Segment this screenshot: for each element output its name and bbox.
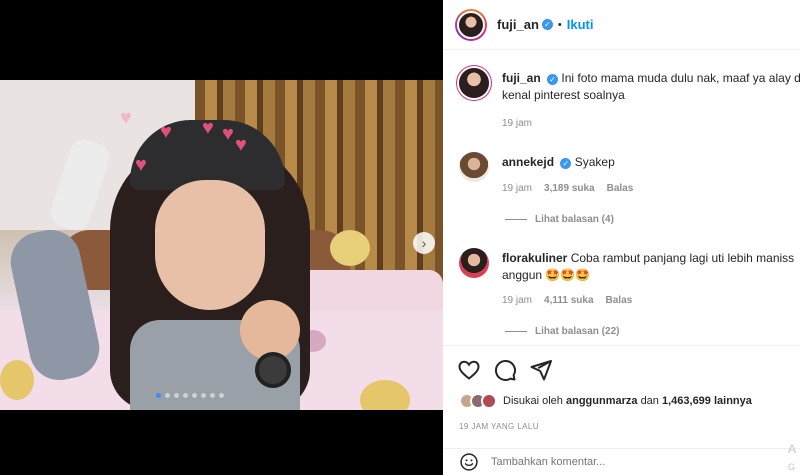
follow-button[interactable]: Ikuti <box>567 17 594 32</box>
post-actions-bar <box>443 345 800 391</box>
comment-text-line2: anggun 🤩🤩🤩 <box>502 268 591 282</box>
likes-count[interactable]: 1,463,699 lainnya <box>662 395 752 407</box>
carousel-dot <box>156 393 161 398</box>
liker-username[interactable]: anggunmarza <box>566 395 638 407</box>
comment-text: Coba rambut panjang lagi uti lebih manis… <box>570 251 795 265</box>
post-photo[interactable]: ♥ ♥ ♥ ♥ ♥ ♥ <box>0 80 443 410</box>
emoji-icon[interactable] <box>459 452 479 472</box>
fragment-line-2: G <box>788 462 796 472</box>
instagram-post-modal: ♥ ♥ ♥ ♥ ♥ ♥ › fuji_an ✓ • Ikuti fuji_an … <box>0 0 800 475</box>
view-replies-label: Lihat balasan (22) <box>535 326 620 337</box>
liker-avatars[interactable] <box>459 393 497 409</box>
post-timestamp[interactable]: 19 JAM YANG LALU <box>459 422 539 431</box>
add-comment-bar <box>443 448 800 475</box>
comment-time[interactable]: 19 jam <box>502 295 532 306</box>
post-header: fuji_an ✓ • Ikuti <box>443 0 800 50</box>
comment-username[interactable]: florakuliner <box>502 251 567 265</box>
replies-divider <box>505 331 527 332</box>
carousel-dot <box>174 393 179 398</box>
comment-input[interactable] <box>491 456 691 468</box>
replies-divider <box>505 219 527 220</box>
carousel-dot <box>210 393 215 398</box>
comment-time[interactable]: 19 jam <box>502 183 532 194</box>
post-media-area: ♥ ♥ ♥ ♥ ♥ ♥ › <box>0 0 443 475</box>
carousel-dot <box>183 393 188 398</box>
likes-summary: Disukai oleh anggunmarza dan 1,463,699 l… <box>459 393 752 409</box>
comment-meta: 19 jam 3,189 suka Balas <box>502 183 633 194</box>
offscreen-text-fragment: A G <box>788 440 796 475</box>
caption-text: Ini foto mama muda dulu nak, maaf ya ala… <box>561 71 800 85</box>
carousel-dot <box>201 393 206 398</box>
likes-prefix: Disukai oleh <box>503 395 563 407</box>
caption-meta: 19 jam <box>502 118 532 129</box>
reply-button[interactable]: Balas <box>606 295 633 306</box>
comment-like-count[interactable]: 3,189 suka <box>544 183 595 194</box>
caption-time[interactable]: 19 jam <box>502 118 532 129</box>
carousel-dot <box>219 393 224 398</box>
commenter-avatar[interactable] <box>459 152 489 182</box>
comment-meta: 19 jam 4,111 suka Balas <box>502 295 632 306</box>
carousel-dot <box>165 393 170 398</box>
fragment-line-1: A <box>788 442 797 456</box>
carousel-indicator <box>156 393 224 398</box>
verified-badge-icon: ✓ <box>541 19 553 30</box>
chevron-right-icon: › <box>421 235 427 251</box>
view-replies-link[interactable]: Lihat balasan (4) <box>505 214 614 225</box>
comment-text: Syakep <box>574 155 615 169</box>
comment-like-count[interactable]: 4,111 suka <box>544 295 594 306</box>
caption-text-line2: kenal pinterest soalnya <box>502 88 625 102</box>
view-replies-link[interactable]: Lihat balasan (22) <box>505 326 619 337</box>
comments-list: fuji_an ✓ Ini foto mama muda dulu nak, m… <box>443 52 800 344</box>
next-slide-button[interactable]: › <box>413 232 435 254</box>
header-separator: • <box>557 18 562 31</box>
comment-icon[interactable] <box>493 358 517 382</box>
reply-button[interactable]: Balas <box>607 183 634 194</box>
heart-icon[interactable] <box>457 358 481 382</box>
commenter-avatar[interactable] <box>459 248 489 278</box>
caption-username[interactable]: fuji_an <box>502 71 541 85</box>
author-avatar[interactable] <box>455 8 487 41</box>
author-username[interactable]: fuji_an <box>497 17 539 32</box>
verified-badge-icon: ✓ <box>560 158 572 169</box>
view-replies-label: Lihat balasan (4) <box>535 214 614 225</box>
likes-middle: dan <box>640 395 659 407</box>
verified-badge-icon: ✓ <box>547 74 559 85</box>
carousel-dot <box>192 393 197 398</box>
post-side-panel: fuji_an ✓ • Ikuti fuji_an ✓ Ini foto mam… <box>443 0 800 475</box>
share-icon[interactable] <box>529 358 553 382</box>
caption-avatar[interactable] <box>459 68 489 98</box>
comment-username[interactable]: annekejd <box>502 155 554 169</box>
